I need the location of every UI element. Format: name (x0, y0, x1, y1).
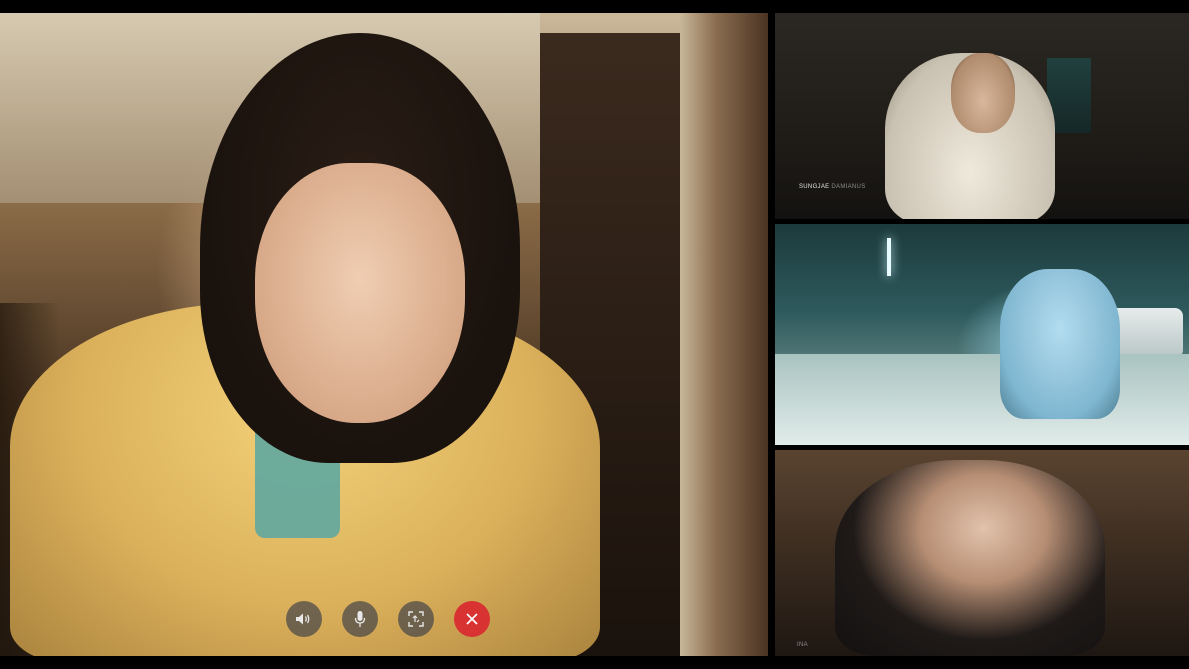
participant-video-tile-2[interactable] (775, 224, 1189, 445)
participant-head (951, 53, 1015, 133)
lab-bench (775, 354, 1189, 445)
participant-body (835, 460, 1105, 656)
participant-name-label: SUNGJAE DAMIANUS (799, 184, 866, 190)
participant-last-name: DAMIANUS (831, 184, 866, 190)
ceiling-light (887, 238, 891, 276)
switch-camera-button[interactable] (398, 601, 434, 637)
participant-name-label: INA (797, 642, 808, 648)
call-controls (286, 601, 490, 637)
participant-last-name: INA (797, 642, 808, 648)
participant-video-tile-3[interactable]: INA (775, 450, 1189, 656)
switch-camera-icon (407, 610, 425, 628)
microphone-button[interactable] (342, 601, 378, 637)
participant-video-tile-1[interactable]: SUNGJAE DAMIANUS (775, 13, 1189, 219)
participant-body (1000, 269, 1120, 419)
participant-face (255, 163, 465, 423)
room-door-frame (680, 13, 768, 656)
microphone-icon (354, 610, 366, 628)
speaker-icon (295, 612, 313, 626)
end-call-button[interactable] (454, 601, 490, 637)
speaker-button[interactable] (286, 601, 322, 637)
participant-first-name: SUNGJAE (799, 184, 830, 190)
main-video-tile[interactable] (0, 13, 768, 656)
close-icon (465, 612, 479, 626)
video-call-screen: SUNGJAE DAMIANUS INA (0, 0, 1189, 669)
